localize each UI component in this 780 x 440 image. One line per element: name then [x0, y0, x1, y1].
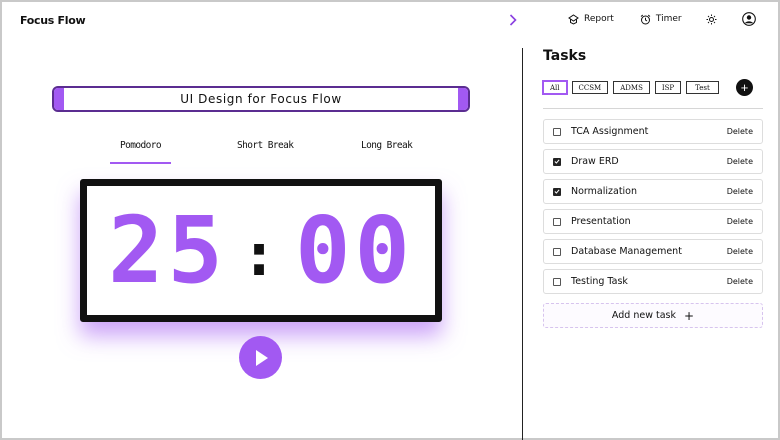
user-avatar-icon — [741, 12, 756, 26]
add-task-button[interactable]: Add new task + — [543, 303, 763, 328]
timer-digits: 25 : 00 — [108, 196, 414, 304]
app-title: Focus Flow — [20, 14, 86, 27]
task-name: TCA Assignment — [571, 126, 649, 137]
task-name: Normalization — [571, 186, 638, 197]
task-name: Presentation — [571, 216, 631, 227]
task-checkbox[interactable] — [553, 217, 561, 226]
task-name: Database Management — [571, 246, 682, 257]
add-category-button[interactable]: + — [736, 79, 753, 96]
app-frame: Focus Flow Report Timer UI Design for Fo… — [0, 0, 780, 440]
current-task-field[interactable]: UI Design for Focus Flow — [52, 86, 470, 112]
filter-test[interactable]: Test — [686, 81, 719, 94]
input-accent-right — [458, 88, 468, 110]
tasks-rule — [543, 108, 763, 109]
top-nav: Report Timer — [568, 10, 761, 28]
filter-isp[interactable]: ISP — [654, 81, 682, 94]
timer-display: 25 : 00 — [80, 179, 442, 322]
filter-all[interactable]: All — [543, 81, 567, 94]
tasks-heading: Tasks — [543, 48, 587, 64]
task-row: Presentation Delete — [543, 209, 763, 234]
timer-button[interactable]: Timer — [640, 14, 682, 25]
timer-separator: : — [240, 219, 282, 290]
task-filters: All CCSM ADMS ISP Test — [543, 81, 724, 94]
sun-icon — [706, 14, 717, 24]
delete-task-button[interactable]: Delete — [727, 127, 753, 136]
input-accent-left — [54, 88, 64, 110]
report-icon — [568, 13, 579, 25]
delete-task-button[interactable]: Delete — [727, 277, 753, 286]
report-label: Report — [584, 14, 614, 24]
task-name: Testing Task — [571, 276, 628, 287]
play-icon — [255, 349, 268, 366]
task-row: Testing Task Delete — [543, 269, 763, 294]
play-button[interactable] — [239, 336, 282, 379]
task-row: Normalization Delete — [543, 179, 763, 204]
task-checkbox[interactable] — [553, 157, 561, 166]
chevron-right-icon — [509, 14, 517, 26]
task-list: TCA Assignment Delete Draw ERD Delete No… — [543, 119, 763, 299]
filter-adms[interactable]: ADMS — [613, 81, 650, 94]
timer-mode-tabs: Pomodoro Short Break Long Break — [98, 140, 428, 166]
plus-icon: + — [740, 80, 749, 95]
task-checkbox[interactable] — [553, 277, 561, 286]
add-task-label: Add new task — [611, 310, 676, 321]
filter-ccsm[interactable]: CCSM — [571, 81, 609, 94]
task-name: Draw ERD — [571, 156, 619, 167]
task-row: Database Management Delete — [543, 239, 763, 264]
plus-icon: + — [684, 308, 695, 323]
task-row: Draw ERD Delete — [543, 149, 763, 174]
check-icon — [554, 189, 560, 194]
task-row: TCA Assignment Delete — [543, 119, 763, 144]
tab-short-break[interactable]: Short Break — [237, 140, 294, 151]
tab-pomodoro[interactable]: Pomodoro — [110, 140, 171, 164]
check-icon — [554, 159, 560, 164]
delete-task-button[interactable]: Delete — [727, 217, 753, 226]
report-button[interactable]: Report — [568, 13, 614, 25]
toggle-panel-button[interactable] — [505, 11, 521, 29]
delete-task-button[interactable]: Delete — [727, 247, 753, 256]
panel-divider — [522, 48, 523, 440]
theme-toggle-button[interactable] — [706, 14, 722, 25]
alarm-clock-icon — [640, 14, 651, 24]
profile-button[interactable] — [741, 12, 761, 26]
task-checkbox[interactable] — [553, 127, 561, 136]
current-task-value: UI Design for Focus Flow — [180, 92, 342, 106]
tab-long-break[interactable]: Long Break — [361, 140, 413, 151]
task-checkbox[interactable] — [553, 187, 561, 196]
delete-task-button[interactable]: Delete — [727, 187, 753, 196]
timer-label: Timer — [655, 14, 682, 24]
delete-task-button[interactable]: Delete — [727, 157, 753, 166]
timer-minutes: 25 — [108, 196, 227, 304]
task-checkbox[interactable] — [553, 247, 561, 256]
timer-seconds: 00 — [295, 196, 414, 304]
